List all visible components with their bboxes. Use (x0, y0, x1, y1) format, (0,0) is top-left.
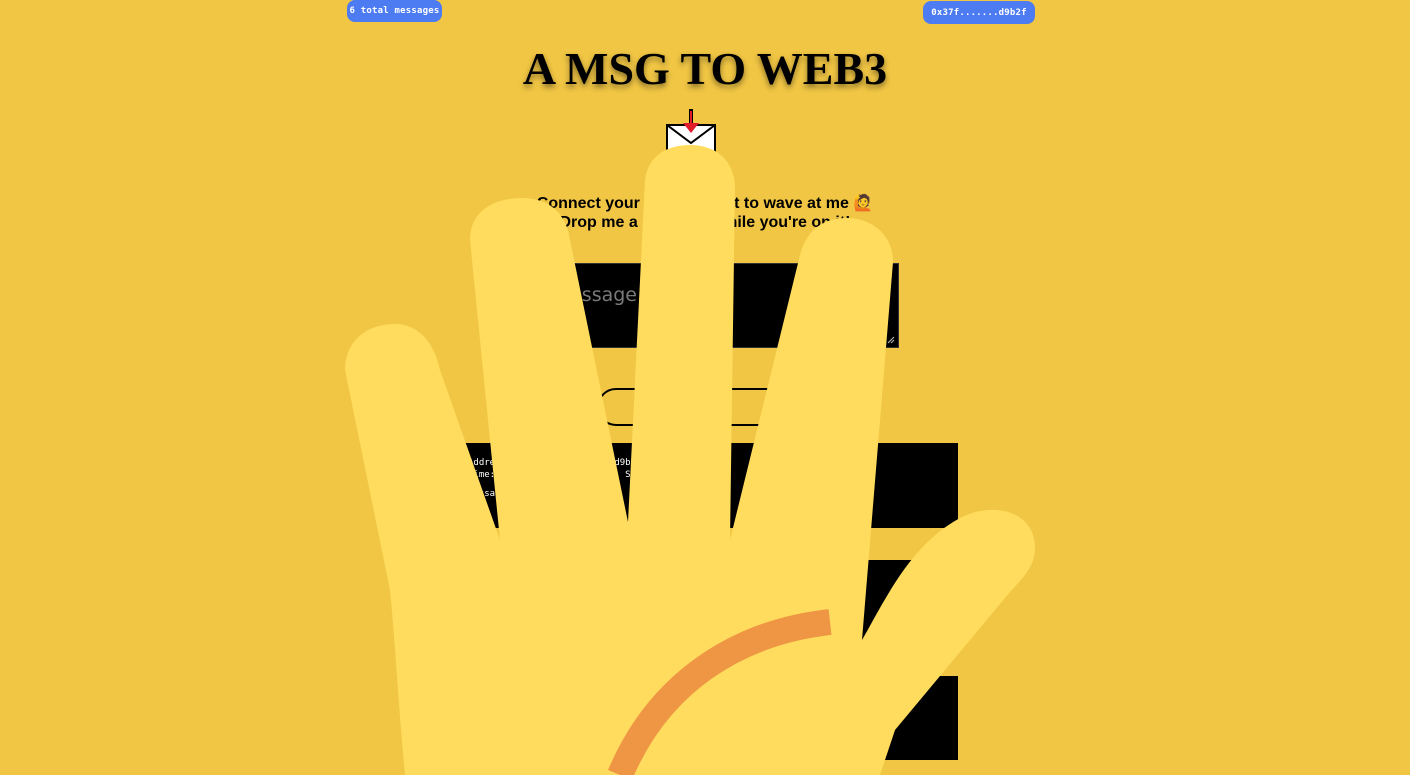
envelope-icon (666, 109, 716, 158)
address-value: 0x37f...396f9EA...d9b2f (516, 458, 642, 468)
message-text-row: Message: hey (468, 483, 942, 500)
message-count-badge: 6 total messages (347, 0, 442, 22)
page-title: A MSG TO WEB3 (522, 43, 888, 94)
message-text: hey (516, 481, 547, 500)
time-label: Time: (468, 470, 496, 480)
subtitle-line-1: Connect your Goerli wallet to wave at me… (536, 195, 874, 212)
time-value: Sat Dec ... 00 GMT+... Standard Time (500, 470, 696, 480)
wallet-address-button[interactable]: 0x37f.......d9b2f (923, 1, 1035, 24)
message-card (452, 560, 958, 645)
address-label: Address: (468, 458, 512, 468)
message-input[interactable] (483, 264, 898, 347)
message-card: Address: 0x37f...396f9EA...d9b2f Time: S… (452, 443, 958, 528)
message-time-row: Time: Sat Dec ... 00 GMT+... Standard Ti… (468, 469, 942, 481)
message-card (452, 676, 958, 760)
send-button[interactable]: Send... (597, 388, 813, 426)
resize-handle-icon[interactable] (887, 336, 895, 344)
subtitle-line-2: Drop me a message while you're on it! (559, 214, 851, 231)
message-address-row: Address: 0x37f...396f9EA...d9b2f (468, 457, 942, 469)
message-box (482, 263, 899, 348)
message-label: Message: (468, 489, 512, 499)
